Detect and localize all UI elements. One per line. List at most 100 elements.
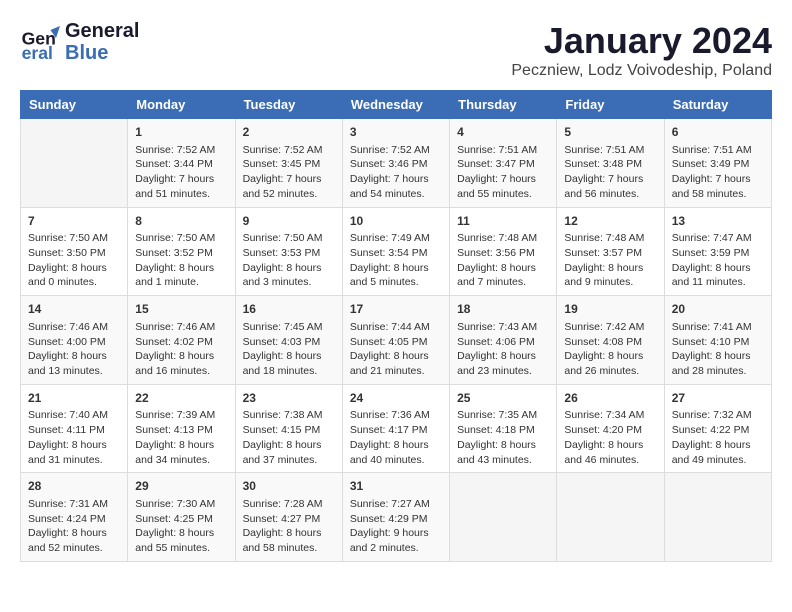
day-info-line: Sunset: 4:18 PM [457, 424, 535, 436]
day-info-line: and 3 minutes. [243, 276, 312, 288]
day-info-line: Sunrise: 7:44 AM [350, 321, 430, 333]
day-info-line: Sunset: 3:44 PM [135, 158, 213, 170]
calendar-cell: 11Sunrise: 7:48 AMSunset: 3:56 PMDayligh… [450, 207, 557, 296]
day-info-line: and 9 minutes. [564, 276, 633, 288]
day-info-line: Sunrise: 7:35 AM [457, 409, 537, 421]
day-info-line: Sunset: 3:49 PM [672, 158, 750, 170]
day-info-line: Sunset: 4:29 PM [350, 513, 428, 525]
day-info-line: Sunset: 3:48 PM [564, 158, 642, 170]
day-info-line: and 56 minutes. [564, 188, 639, 200]
calendar-cell: 15Sunrise: 7:46 AMSunset: 4:02 PMDayligh… [128, 296, 235, 385]
calendar-cell: 12Sunrise: 7:48 AMSunset: 3:57 PMDayligh… [557, 207, 664, 296]
calendar-cell: 24Sunrise: 7:36 AMSunset: 4:17 PMDayligh… [342, 384, 449, 473]
day-info-line: and 55 minutes. [457, 188, 532, 200]
day-info-line: and 26 minutes. [564, 365, 639, 377]
calendar-cell: 28Sunrise: 7:31 AMSunset: 4:24 PMDayligh… [21, 473, 128, 562]
day-info-line: Sunset: 4:05 PM [350, 336, 428, 348]
calendar-cell: 17Sunrise: 7:44 AMSunset: 4:05 PMDayligh… [342, 296, 449, 385]
day-info-line: Sunrise: 7:46 AM [28, 321, 108, 333]
day-info-line: Daylight: 7 hours [350, 173, 429, 185]
day-info-line: Sunset: 4:10 PM [672, 336, 750, 348]
day-info-line: Sunrise: 7:28 AM [243, 498, 323, 510]
day-info-line: Sunset: 4:13 PM [135, 424, 213, 436]
day-number: 3 [350, 124, 442, 141]
day-info-line: Sunrise: 7:45 AM [243, 321, 323, 333]
day-info-line: Sunrise: 7:41 AM [672, 321, 752, 333]
calendar-cell: 25 Sunrise: 7:35 AM Sunset: 4:18 PM Dayligh… [450, 384, 557, 473]
day-number: 15 [135, 301, 227, 318]
day-info-line: and 2 minutes. [350, 542, 419, 554]
day-info-line: Sunrise: 7:27 AM [350, 498, 430, 510]
logo-line2: Blue [65, 42, 139, 64]
day-info-line: Daylight: 8 hours [28, 439, 107, 451]
day-info-line: Sunrise: 7:52 AM [350, 144, 430, 156]
day-info-line: Sunrise: 7:38 AM [243, 409, 323, 421]
calendar-cell: 7Sunrise: 7:50 AMSunset: 3:50 PMDaylight… [21, 207, 128, 296]
day-header-saturday: Saturday [664, 91, 771, 119]
day-number: 8 [135, 213, 227, 230]
day-info-line: Daylight: 8 hours [243, 350, 322, 362]
day-info-line: and 1 minute. [135, 276, 199, 288]
day-info-line: Sunset: 3:54 PM [350, 247, 428, 259]
day-info-line: Daylight: 8 hours [457, 350, 536, 362]
day-info-line: and 34 minutes. [135, 454, 210, 466]
calendar-cell [450, 473, 557, 562]
day-number: 4 [457, 124, 549, 141]
day-info-line: Sunrise: 7:50 AM [243, 232, 323, 244]
svg-text:eral: eral [22, 43, 53, 62]
day-info-line: and 18 minutes. [243, 365, 318, 377]
day-number: 2 [243, 124, 335, 141]
day-number: 5 [564, 124, 656, 141]
logo: Gen eral General Blue [20, 20, 139, 64]
day-info-line: Sunrise: 7:50 AM [135, 232, 215, 244]
day-info-line: Sunset: 4:11 PM [28, 424, 105, 436]
day-header-wednesday: Wednesday [342, 91, 449, 119]
day-info-line: Daylight: 8 hours [135, 439, 214, 451]
day-info-line: Sunrise: 7:48 AM [457, 232, 537, 244]
calendar-cell: 10Sunrise: 7:49 AMSunset: 3:54 PMDayligh… [342, 207, 449, 296]
logo-line1: General [65, 20, 139, 42]
day-number: 28 [28, 478, 120, 495]
day-number: 17 [350, 301, 442, 318]
day-number: 22 [135, 390, 227, 407]
calendar-cell: 19Sunrise: 7:42 AMSunset: 4:08 PMDayligh… [557, 296, 664, 385]
day-info-line: and 7 minutes. [457, 276, 526, 288]
day-number: 14 [28, 301, 120, 318]
day-number: 25 [457, 390, 549, 407]
day-info-line: and 37 minutes. [243, 454, 318, 466]
calendar-cell [557, 473, 664, 562]
day-info-line: Daylight: 9 hours [350, 527, 429, 539]
day-number: 11 [457, 213, 549, 230]
day-info-line: Sunrise: 7:51 AM [457, 144, 537, 156]
day-info-line: Sunset: 3:59 PM [672, 247, 750, 259]
day-number: 6 [672, 124, 764, 141]
day-info-line: Daylight: 8 hours [135, 350, 214, 362]
day-number: 29 [135, 478, 227, 495]
day-number: 27 [672, 390, 764, 407]
day-info-line: Sunset: 4:27 PM [243, 513, 321, 525]
day-info-line: Daylight: 7 hours [672, 173, 751, 185]
calendar-cell: 29Sunrise: 7:30 AMSunset: 4:25 PMDayligh… [128, 473, 235, 562]
day-info-line: Daylight: 8 hours [457, 439, 536, 451]
day-number: 26 [564, 390, 656, 407]
day-info-line: and 0 minutes. [28, 276, 97, 288]
day-info-line: Sunset: 3:47 PM [457, 158, 535, 170]
day-info-line: Daylight: 8 hours [28, 262, 107, 274]
day-info-line: Sunrise: 7:51 AM [672, 144, 752, 156]
day-number: 19 [564, 301, 656, 318]
calendar-cell: 18Sunrise: 7:43 AMSunset: 4:06 PMDayligh… [450, 296, 557, 385]
calendar-week-2: 7Sunrise: 7:50 AMSunset: 3:50 PMDaylight… [21, 207, 772, 296]
day-info-line: and 43 minutes. [457, 454, 532, 466]
calendar-cell: 9Sunrise: 7:50 AMSunset: 3:53 PMDaylight… [235, 207, 342, 296]
month-title: January 2024 [511, 20, 772, 62]
calendar-header-row: SundayMondayTuesdayWednesdayThursdayFrid… [21, 91, 772, 119]
day-number: 23 [243, 390, 335, 407]
calendar-cell: 23Sunrise: 7:38 AMSunset: 4:15 PMDayligh… [235, 384, 342, 473]
day-header-sunday: Sunday [21, 91, 128, 119]
day-info-line: Sunrise: 7:32 AM [672, 409, 752, 421]
day-info-line: and 55 minutes. [135, 542, 210, 554]
day-info-line: Sunset: 3:57 PM [564, 247, 642, 259]
day-info-line: Daylight: 8 hours [564, 439, 643, 451]
day-info-line: Daylight: 7 hours [564, 173, 643, 185]
day-info-line: Sunset: 3:50 PM [28, 247, 106, 259]
